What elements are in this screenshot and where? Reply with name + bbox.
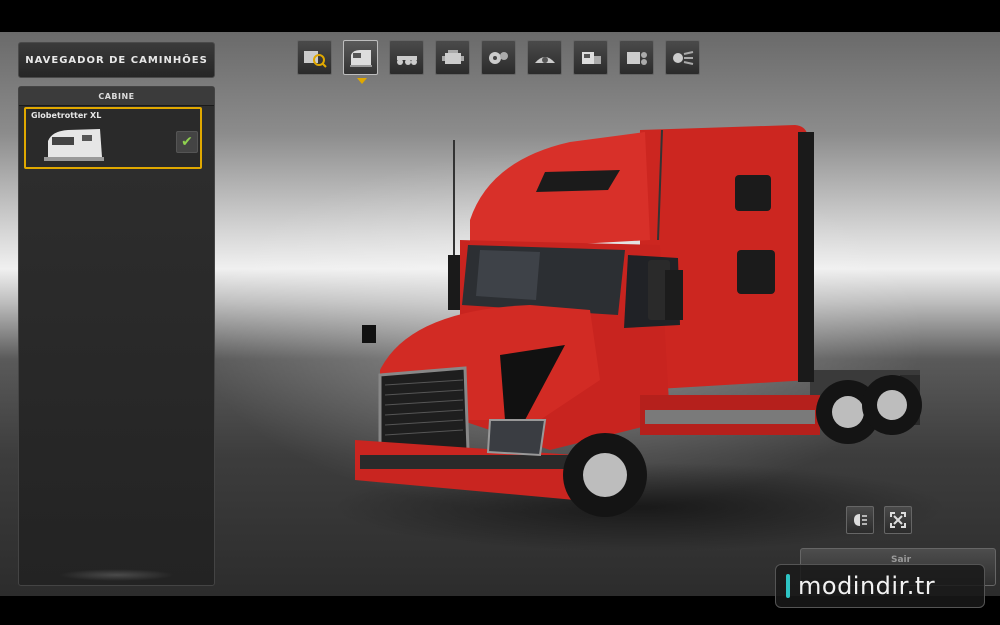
watermark-logo: modindir.tr — [775, 564, 985, 608]
chassis-icon[interactable] — [389, 40, 424, 75]
engine-icon[interactable] — [435, 40, 470, 75]
active-category-indicator — [357, 78, 367, 84]
panel-scroll-indicator — [59, 569, 174, 581]
fullscreen-icon[interactable] — [884, 506, 912, 534]
truck-browser-icon[interactable] — [297, 40, 332, 75]
lights-icon[interactable] — [665, 40, 700, 75]
upgrade-category-toolbar — [297, 40, 700, 76]
transmission-icon[interactable] — [481, 40, 516, 75]
cabin-thumbnail-icon — [44, 129, 104, 161]
section-header-cabine: CABINE — [19, 87, 214, 106]
checkmark-icon: ✔ — [176, 131, 198, 153]
accessories-icon[interactable] — [619, 40, 654, 75]
paint-icon[interactable] — [573, 40, 608, 75]
truck-browser-title: NAVEGADOR DE CAMINHÕES — [18, 42, 215, 78]
watermark-text: modindir.tr — [798, 572, 936, 600]
cabin-icon[interactable] — [343, 40, 378, 75]
headlight-toggle-icon[interactable] — [846, 506, 874, 534]
red-truck-model[interactable] — [340, 120, 940, 530]
cabin-option-label: Globetrotter XL — [31, 111, 102, 120]
interior-icon[interactable] — [527, 40, 562, 75]
cabin-option-globetrotter-xl[interactable]: Globetrotter XL ✔ — [24, 107, 202, 169]
cabin-selection-panel: CABINE Globetrotter XL ✔ — [18, 86, 215, 586]
watermark-bar — [786, 574, 790, 598]
letterbox-top — [0, 0, 1000, 32]
